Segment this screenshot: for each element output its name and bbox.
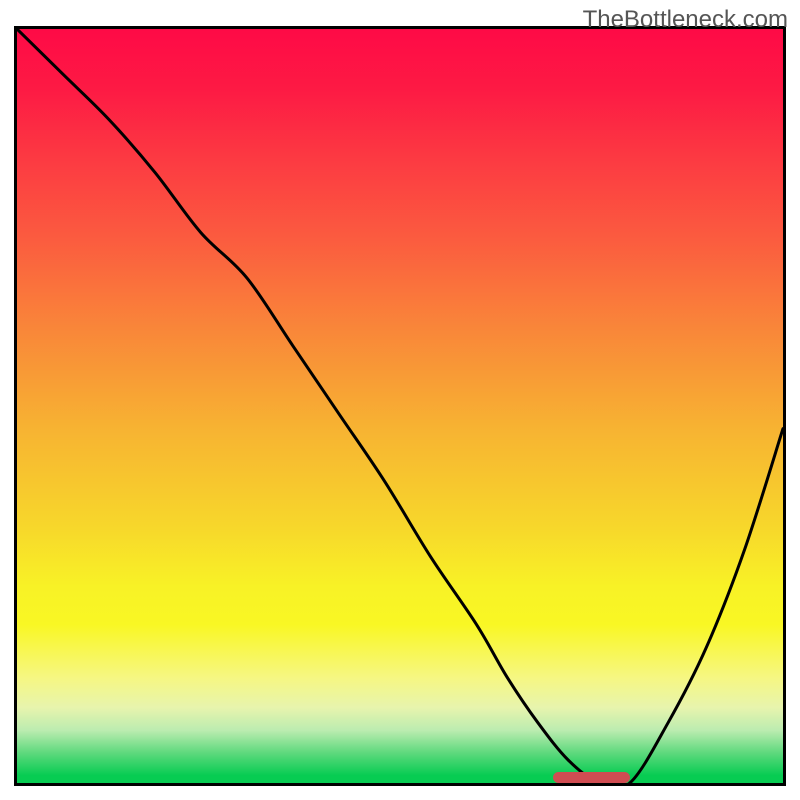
plot-area	[14, 26, 786, 786]
bottleneck-curve	[17, 29, 783, 783]
watermark-text: TheBottleneck.com	[583, 6, 788, 34]
optimal-range-marker	[553, 772, 630, 783]
curve-path	[17, 29, 783, 783]
chart-container: TheBottleneck.com	[0, 0, 800, 800]
